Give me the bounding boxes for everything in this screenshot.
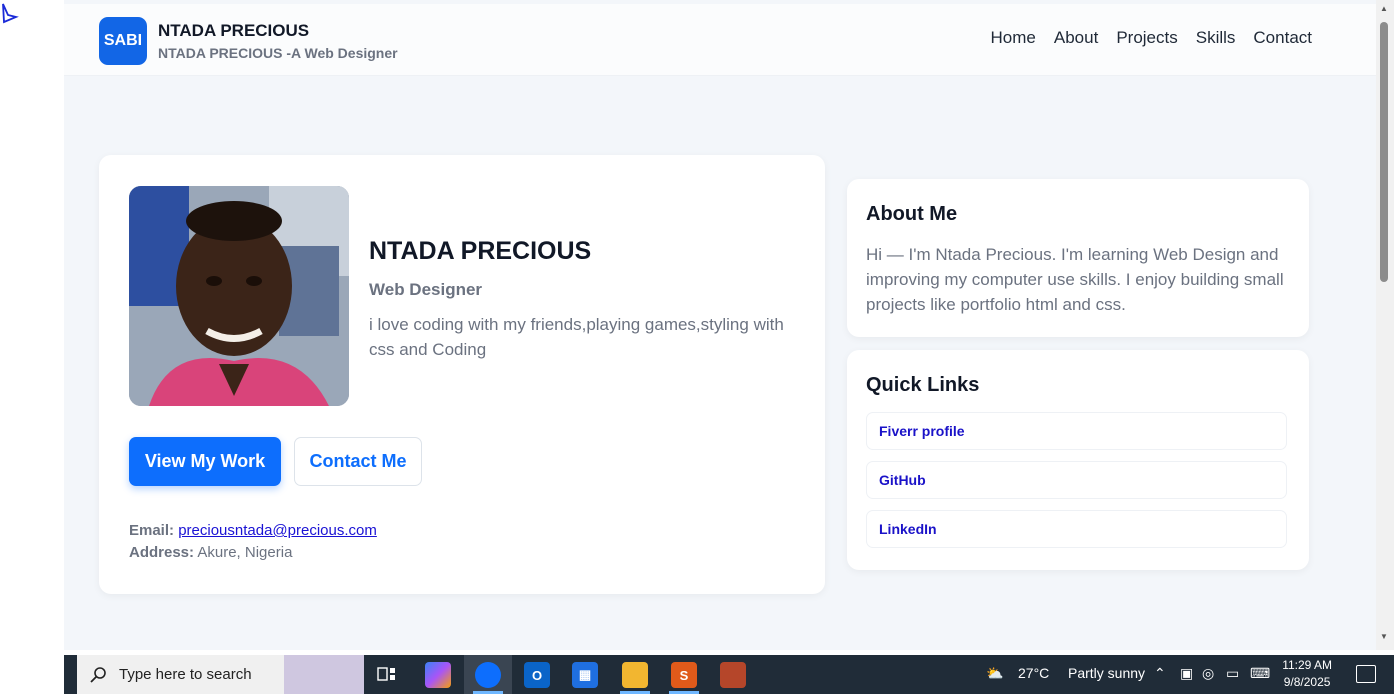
link-fiverr[interactable]: Fiverr profile [866, 412, 1287, 450]
nav-about[interactable]: About [1054, 28, 1098, 48]
sublime-text-icon[interactable]: S [671, 662, 697, 688]
page-scrollbar[interactable]: ▲ ▼ [1376, 0, 1394, 650]
address-line: Address: Akure, Nigeria [129, 544, 292, 561]
contact-me-button[interactable]: Contact Me [294, 437, 422, 486]
hero-card: NTADA PRECIOUS Web Designer i love codin… [99, 155, 825, 594]
weather-text[interactable]: Partly sunny [1068, 665, 1145, 681]
scroll-down-icon[interactable]: ▼ [1380, 632, 1388, 641]
search-highlight-image [284, 655, 364, 694]
task-view-icon[interactable] [374, 662, 400, 688]
about-title: About Me [866, 203, 958, 225]
clock-time: 11:29 AM [1282, 658, 1332, 672]
scroll-thumb[interactable] [1380, 22, 1388, 282]
notification-icon[interactable] [1356, 665, 1376, 683]
quick-links-card: Quick Links Fiverr profile GitHub Linked… [847, 350, 1309, 570]
copilot-icon[interactable] [425, 662, 451, 688]
game-app-icon[interactable] [720, 662, 746, 688]
chevron-up-icon[interactable]: ⌃ [1154, 665, 1166, 682]
nav-projects[interactable]: Projects [1116, 28, 1177, 48]
view-my-work-button[interactable]: View My Work [129, 437, 281, 486]
file-explorer-icon[interactable] [622, 662, 648, 688]
weather-temp[interactable]: 27°C [1018, 665, 1049, 681]
address-label: Address: [129, 544, 195, 561]
about-text: Hi — I'm Ntada Precious. I'm learning We… [866, 245, 1284, 314]
nav-contact[interactable]: Contact [1253, 28, 1312, 48]
scroll-up-icon[interactable]: ▲ [1380, 4, 1388, 13]
email-link[interactable]: preciousntada@precious.com [178, 522, 377, 539]
meet-icon[interactable]: ▣ [1180, 665, 1193, 682]
network-icon[interactable]: ◎ [1202, 665, 1214, 682]
store-icon[interactable]: ▦ [572, 662, 598, 688]
email-line: Email: preciousntada@precious.com [129, 522, 377, 539]
desktop-left-strip [0, 0, 64, 655]
edge-browser-icon[interactable] [475, 662, 501, 688]
keyboard-icon[interactable]: ⌨ [1250, 665, 1270, 682]
clock-date: 9/8/2025 [1283, 675, 1331, 689]
battery-icon[interactable]: ▭ [1226, 665, 1239, 682]
hero-bio: i love coding with my friends,playing ga… [369, 315, 784, 359]
main-nav: Home About Projects Skills Contact [991, 28, 1312, 48]
site-header: SABI NTADA PRECIOUS NTADA PRECIOUS -A We… [64, 4, 1376, 76]
weather-icon[interactable]: ⛅ [986, 665, 1003, 682]
site-logo[interactable]: SABI [99, 17, 147, 65]
hero-name: NTADA PRECIOUS [369, 237, 592, 265]
hero-role: Web Designer [369, 280, 483, 299]
clock[interactable]: 11:29 AM 9/8/2025 [1282, 657, 1332, 691]
pen-cursor-icon [2, 3, 19, 24]
outlook-icon[interactable]: O [524, 662, 550, 688]
link-linkedin[interactable]: LinkedIn [866, 510, 1287, 548]
profile-photo [129, 186, 349, 406]
search-placeholder: Type here to search [119, 666, 252, 683]
quick-links-title: Quick Links [866, 374, 980, 396]
search-icon [90, 666, 106, 683]
nav-skills[interactable]: Skills [1196, 28, 1236, 48]
browser-page: SABI NTADA PRECIOUS NTADA PRECIOUS -A We… [64, 0, 1376, 650]
windows-taskbar: Type here to search O ▦ S ⛅ 27°C Partly … [64, 655, 1394, 694]
address-value: Akure, Nigeria [197, 544, 293, 561]
brand-subtitle: NTADA PRECIOUS -A Web Designer [158, 45, 398, 61]
email-label: Email: [129, 522, 175, 539]
about-card: About Me Hi — I'm Ntada Precious. I'm le… [847, 179, 1309, 337]
link-github[interactable]: GitHub [866, 461, 1287, 499]
nav-home[interactable]: Home [991, 28, 1036, 48]
brand-title: NTADA PRECIOUS [158, 21, 310, 40]
